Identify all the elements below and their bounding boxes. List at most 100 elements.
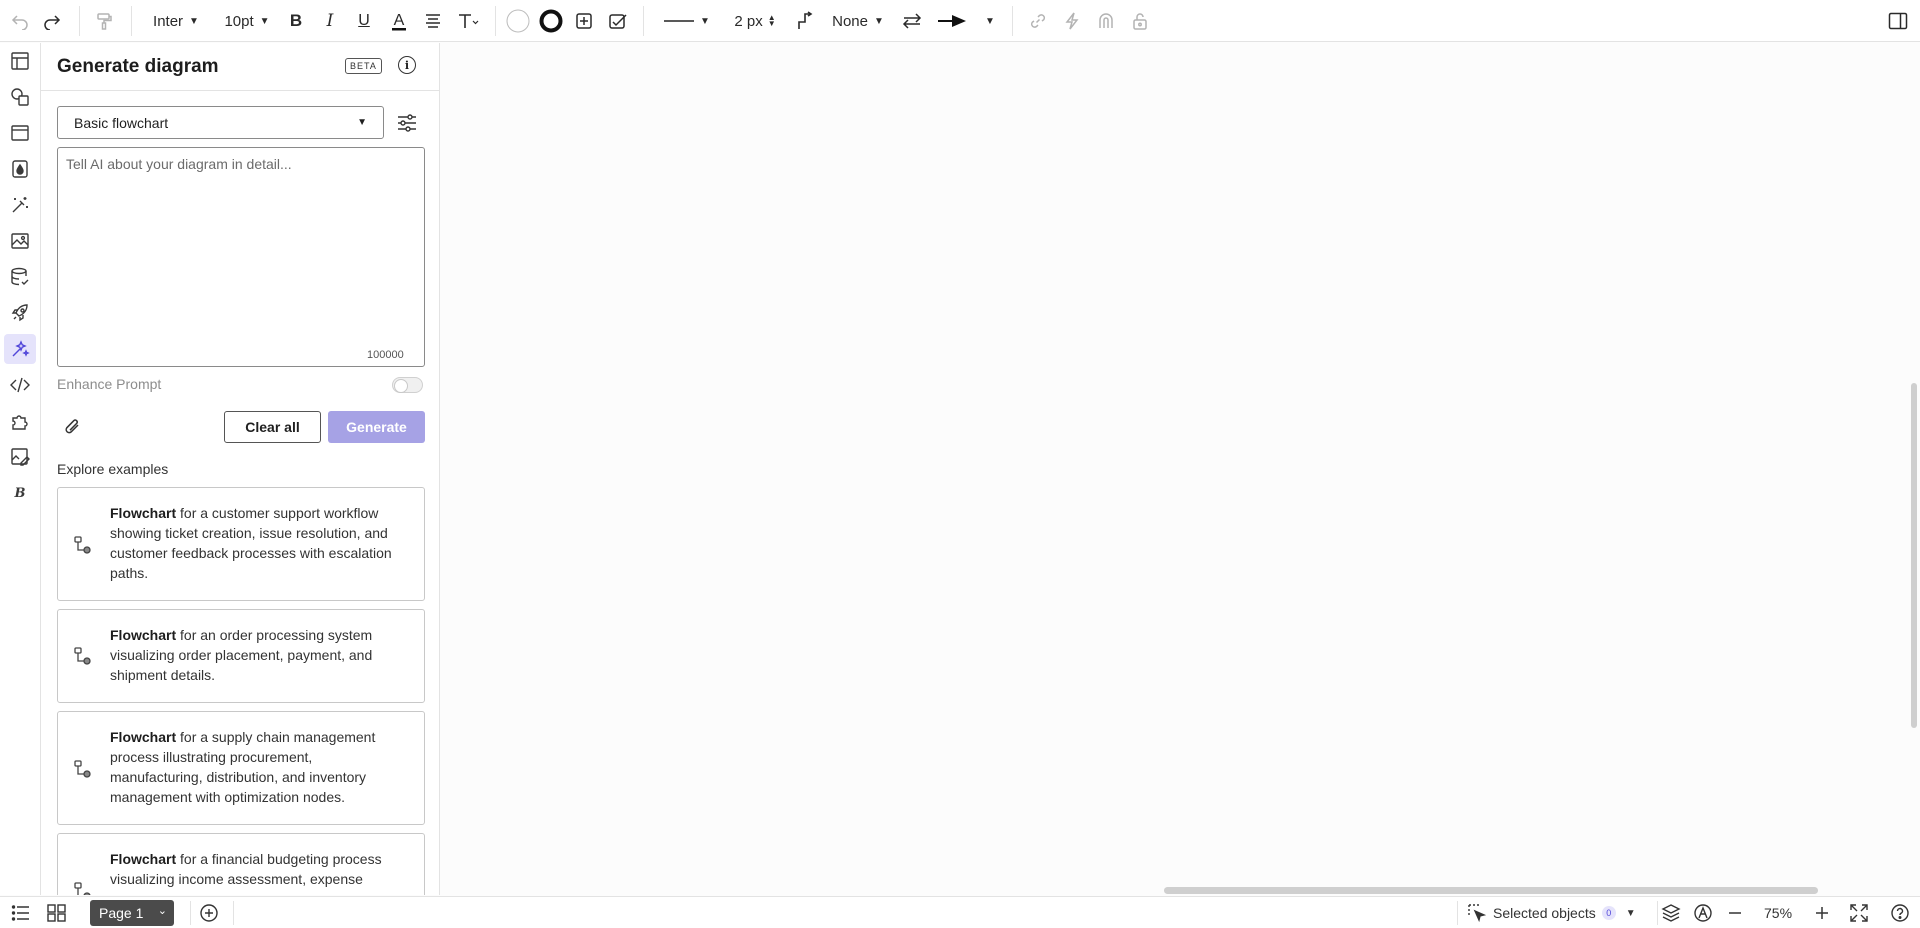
top-toolbar: Inter ▼ 10pt ▼ B I U A ▼ 2 px ▲▼ None ▼ [0, 0, 1920, 42]
left-rail: B [0, 43, 41, 895]
flowchart-icon [73, 759, 93, 779]
canvas-vertical-scrollbar[interactable] [1911, 383, 1917, 728]
plugin-icon[interactable] [4, 406, 36, 436]
prompt-input[interactable] [57, 147, 425, 367]
font-family-select[interactable]: Inter ▼ [146, 0, 206, 42]
chevron-down-icon: ▼ [189, 15, 199, 27]
link-icon[interactable] [1026, 0, 1050, 42]
example-card[interactable]: Flowchart for a customer support workflo… [57, 487, 425, 601]
page-tab-label: Page 1 [99, 905, 144, 921]
undo-icon[interactable] [8, 0, 32, 42]
example-card[interactable]: Flowchart for an order processing system… [57, 609, 425, 703]
flowchart-icon [73, 535, 93, 555]
fullscreen-icon[interactable] [1849, 897, 1869, 928]
svg-text:A: A [394, 12, 405, 29]
clear-all-button[interactable]: Clear all [224, 411, 321, 443]
panel-divider [41, 90, 439, 91]
magic-wand-icon[interactable] [4, 190, 36, 220]
grid-view-icon[interactable] [47, 897, 67, 928]
bold-icon[interactable]: B [286, 0, 306, 42]
selected-objects-label: Selected objects [1493, 905, 1596, 921]
waypoint-icon[interactable] [794, 0, 816, 42]
align-icon[interactable] [422, 0, 444, 42]
swap-arrows-icon[interactable] [900, 0, 924, 42]
rocket-icon[interactable] [4, 298, 36, 328]
font-size-select[interactable]: 10pt ▼ [222, 0, 272, 42]
select-cursor-icon [1468, 904, 1487, 923]
example-type: Flowchart [110, 627, 177, 643]
fill-color-icon[interactable] [505, 0, 531, 42]
selected-objects-control[interactable]: Selected objects 0 ▼ [1467, 897, 1636, 928]
fill-icon[interactable] [4, 154, 36, 184]
diagram-type-select[interactable]: Basic flowchart ▼ [57, 106, 384, 139]
panel-title: Generate diagram [57, 56, 219, 77]
settings-sliders-icon[interactable] [396, 112, 418, 134]
line-end-value: None [832, 12, 868, 30]
text-options-icon[interactable] [455, 0, 481, 42]
border-color-icon[interactable] [538, 0, 564, 42]
page-tab[interactable]: Page 1 ⌄ [90, 900, 174, 926]
container-icon[interactable] [4, 118, 36, 148]
diagram-canvas[interactable] [441, 43, 1920, 895]
help-icon[interactable] [1890, 897, 1910, 928]
database-icon[interactable] [4, 262, 36, 292]
image-edit-icon[interactable] [4, 442, 36, 472]
add-page-icon[interactable] [199, 897, 219, 928]
chevron-down-icon: ▼ [259, 15, 270, 27]
zoom-level[interactable]: 75% [1764, 897, 1792, 928]
format-painter-icon[interactable] [92, 0, 116, 42]
example-type: Flowchart [110, 851, 177, 867]
line-end-select[interactable]: None ▼ [826, 0, 890, 42]
zoom-out-icon[interactable] [1727, 897, 1743, 928]
font-family-value: Inter [153, 12, 184, 30]
chevron-down-icon: ▼ [700, 15, 710, 27]
canvas-horizontal-scrollbar[interactable] [1164, 887, 1818, 894]
paperclip-icon[interactable] [63, 416, 83, 438]
stepper-icon: ▲ ▼ [767, 13, 776, 28]
layers-icon[interactable] [1661, 897, 1681, 928]
chevron-down-icon: ▼ [873, 15, 884, 27]
shape-options-icon[interactable] [572, 0, 596, 42]
panel-toggle-icon[interactable] [1886, 0, 1910, 42]
chevron-down-icon[interactable]: ▼ [982, 0, 998, 42]
text-color-icon[interactable]: A [388, 0, 410, 42]
accessibility-icon[interactable] [1693, 897, 1713, 928]
zoom-in-icon[interactable] [1814, 897, 1830, 928]
image-icon[interactable] [4, 226, 36, 256]
chevron-down-icon[interactable]: ⌄ [158, 904, 167, 917]
ai-sparkle-icon[interactable] [4, 334, 36, 364]
italic-icon[interactable]: I [320, 0, 340, 42]
magnet-icon[interactable] [1094, 0, 1118, 42]
lock-icon[interactable] [1128, 0, 1152, 42]
code-icon[interactable] [4, 370, 36, 400]
example-type: Flowchart [110, 729, 177, 745]
chevron-down-icon: ▼ [1625, 907, 1636, 919]
flowchart-icon [73, 646, 93, 666]
generate-diagram-panel: Generate diagram BETA i Basic flowchart … [41, 43, 440, 895]
b-logo-icon[interactable]: B [4, 478, 36, 508]
layout-icon[interactable] [4, 46, 36, 76]
diagram-type-value: Basic flowchart [74, 114, 169, 131]
selected-count-badge: 0 [1601, 906, 1616, 920]
underline-icon[interactable]: U [354, 0, 374, 42]
style-icon[interactable] [606, 0, 630, 42]
redo-icon[interactable] [40, 0, 64, 42]
shapes-icon[interactable] [4, 82, 36, 112]
line-style-select[interactable]: ▼ [662, 0, 712, 42]
example-card[interactable]: Flowchart for a supply chain management … [57, 711, 425, 825]
lightning-icon[interactable] [1060, 0, 1084, 42]
example-type: Flowchart [110, 505, 177, 521]
example-card[interactable]: Flowchart for a financial budgeting proc… [57, 833, 425, 895]
line-width-stepper[interactable]: 2 px ▲ ▼ [730, 0, 780, 42]
explore-examples-heading: Explore examples [57, 461, 169, 477]
generate-button[interactable]: Generate [328, 411, 425, 443]
font-size-value: 10pt [224, 12, 254, 30]
beta-badge: BETA [345, 58, 382, 74]
line-width-value: 2 px [734, 12, 763, 30]
arrow-end-icon[interactable] [936, 0, 968, 42]
enhance-prompt-toggle[interactable] [392, 377, 423, 393]
chevron-down-icon: ▼ [357, 117, 367, 128]
list-view-icon[interactable] [11, 897, 31, 928]
bottom-bar: Page 1 ⌄ Selected objects 0 ▼ 75% [0, 896, 1920, 928]
info-icon[interactable]: i [398, 56, 416, 74]
